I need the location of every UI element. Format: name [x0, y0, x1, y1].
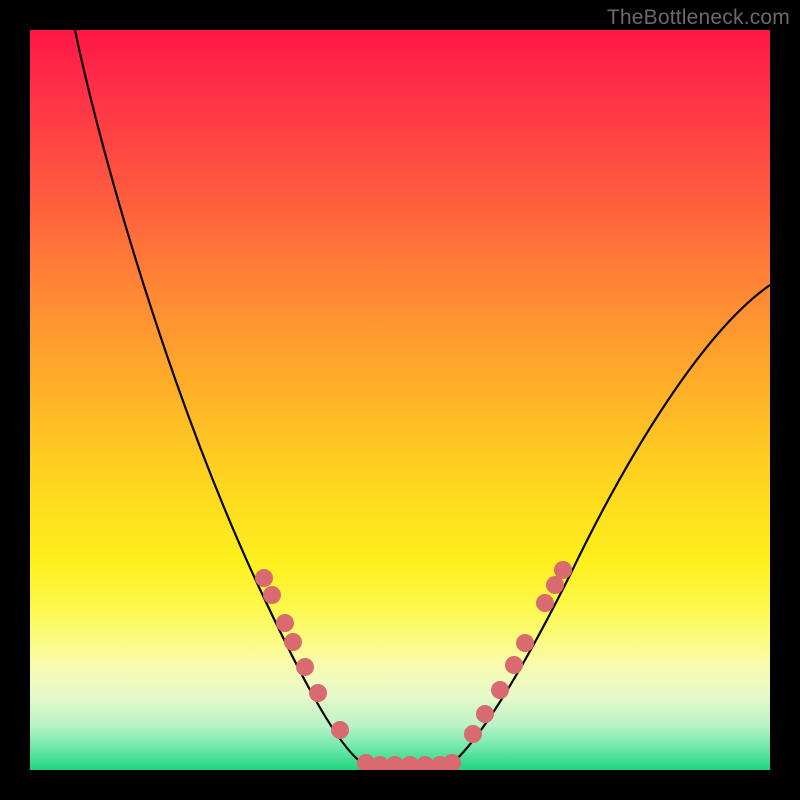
data-point	[464, 725, 482, 743]
left-curve	[75, 30, 410, 765]
watermark-text: TheBottleneck.com	[607, 6, 790, 30]
right-curve	[410, 285, 770, 765]
data-point	[263, 586, 281, 604]
data-point	[255, 569, 273, 587]
curve-layer	[30, 30, 770, 770]
data-point	[516, 634, 534, 652]
data-point	[284, 633, 302, 651]
data-point	[296, 658, 314, 676]
data-point	[536, 594, 554, 612]
data-point	[505, 656, 523, 674]
chart-frame: TheBottleneck.com	[0, 0, 800, 800]
data-point	[309, 684, 327, 702]
data-point	[476, 705, 494, 723]
data-point	[331, 721, 349, 739]
data-point	[276, 614, 294, 632]
data-point	[491, 681, 509, 699]
data-point	[554, 561, 572, 579]
dot-layer	[255, 561, 572, 770]
plot-area	[30, 30, 770, 770]
